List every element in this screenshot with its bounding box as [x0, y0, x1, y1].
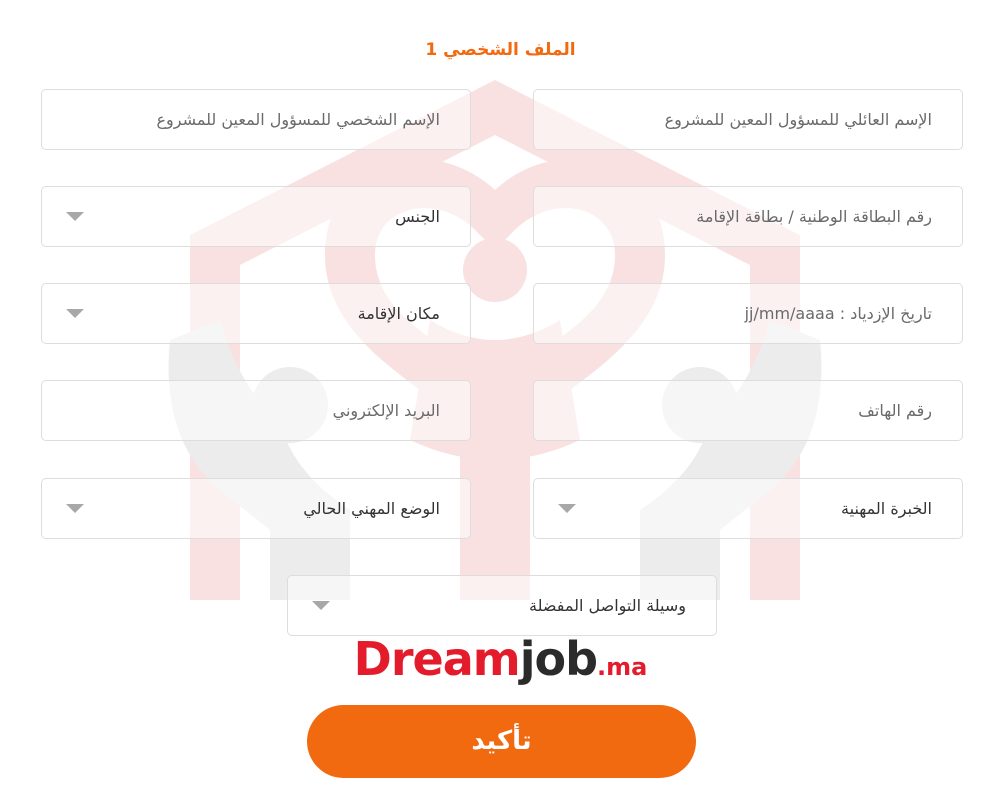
logo-ma-text: .ma — [597, 653, 648, 681]
gender-selected-value: الجنس — [395, 207, 440, 226]
email-placeholder: البريد الإلكتروني — [332, 401, 440, 420]
residence-selected-value: مكان الإقامة — [357, 304, 440, 323]
job-status-select[interactable]: الوضع المهني الحالي — [41, 478, 471, 539]
profile-form-page: الملف الشخصي 1 الإسم العائلي للمسؤول الم… — [0, 0, 1001, 805]
experience-selected-value: الخبرة المهنية — [841, 499, 932, 518]
contact-method-selected-value: وسيلة التواصل المفضلة — [529, 596, 686, 615]
first-name-placeholder: الإسم الشخصي للمسؤول المعين للمشروع — [156, 110, 440, 129]
caret-down-icon — [558, 504, 576, 513]
last-name-input[interactable]: الإسم العائلي للمسؤول المعين للمشروع — [533, 89, 963, 150]
job-status-selected-value: الوضع المهني الحالي — [303, 499, 440, 518]
last-name-placeholder: الإسم العائلي للمسؤول المعين للمشروع — [664, 110, 932, 129]
caret-down-icon — [66, 309, 84, 318]
caret-down-icon — [66, 212, 84, 221]
email-input[interactable]: البريد الإلكتروني — [41, 380, 471, 441]
first-name-input[interactable]: الإسم الشخصي للمسؤول المعين للمشروع — [41, 89, 471, 150]
phone-input[interactable]: رقم الهاتف — [533, 380, 963, 441]
residence-select[interactable]: مكان الإقامة — [41, 283, 471, 344]
national-id-placeholder: رقم البطاقة الوطنية / بطاقة الإقامة — [696, 207, 932, 226]
national-id-input[interactable]: رقم البطاقة الوطنية / بطاقة الإقامة — [533, 186, 963, 247]
birth-date-placeholder: تاريخ الإزدياد : jj/mm/aaaa — [744, 304, 932, 323]
experience-select[interactable]: الخبرة المهنية — [533, 478, 963, 539]
gender-select[interactable]: الجنس — [41, 186, 471, 247]
form-title: الملف الشخصي 1 — [425, 40, 576, 60]
confirm-button[interactable]: تأكيد — [307, 705, 696, 778]
contact-method-select[interactable]: وسيلة التواصل المفضلة — [287, 575, 717, 636]
phone-placeholder: رقم الهاتف — [858, 401, 932, 420]
logo-job-text: job — [519, 632, 598, 686]
birth-date-input[interactable]: تاريخ الإزدياد : jj/mm/aaaa — [533, 283, 963, 344]
caret-down-icon — [312, 601, 330, 610]
caret-down-icon — [66, 504, 84, 513]
logo-dream-text: Dream — [353, 632, 521, 686]
dreamjob-logo: Dreamjob.ma — [0, 636, 1001, 682]
